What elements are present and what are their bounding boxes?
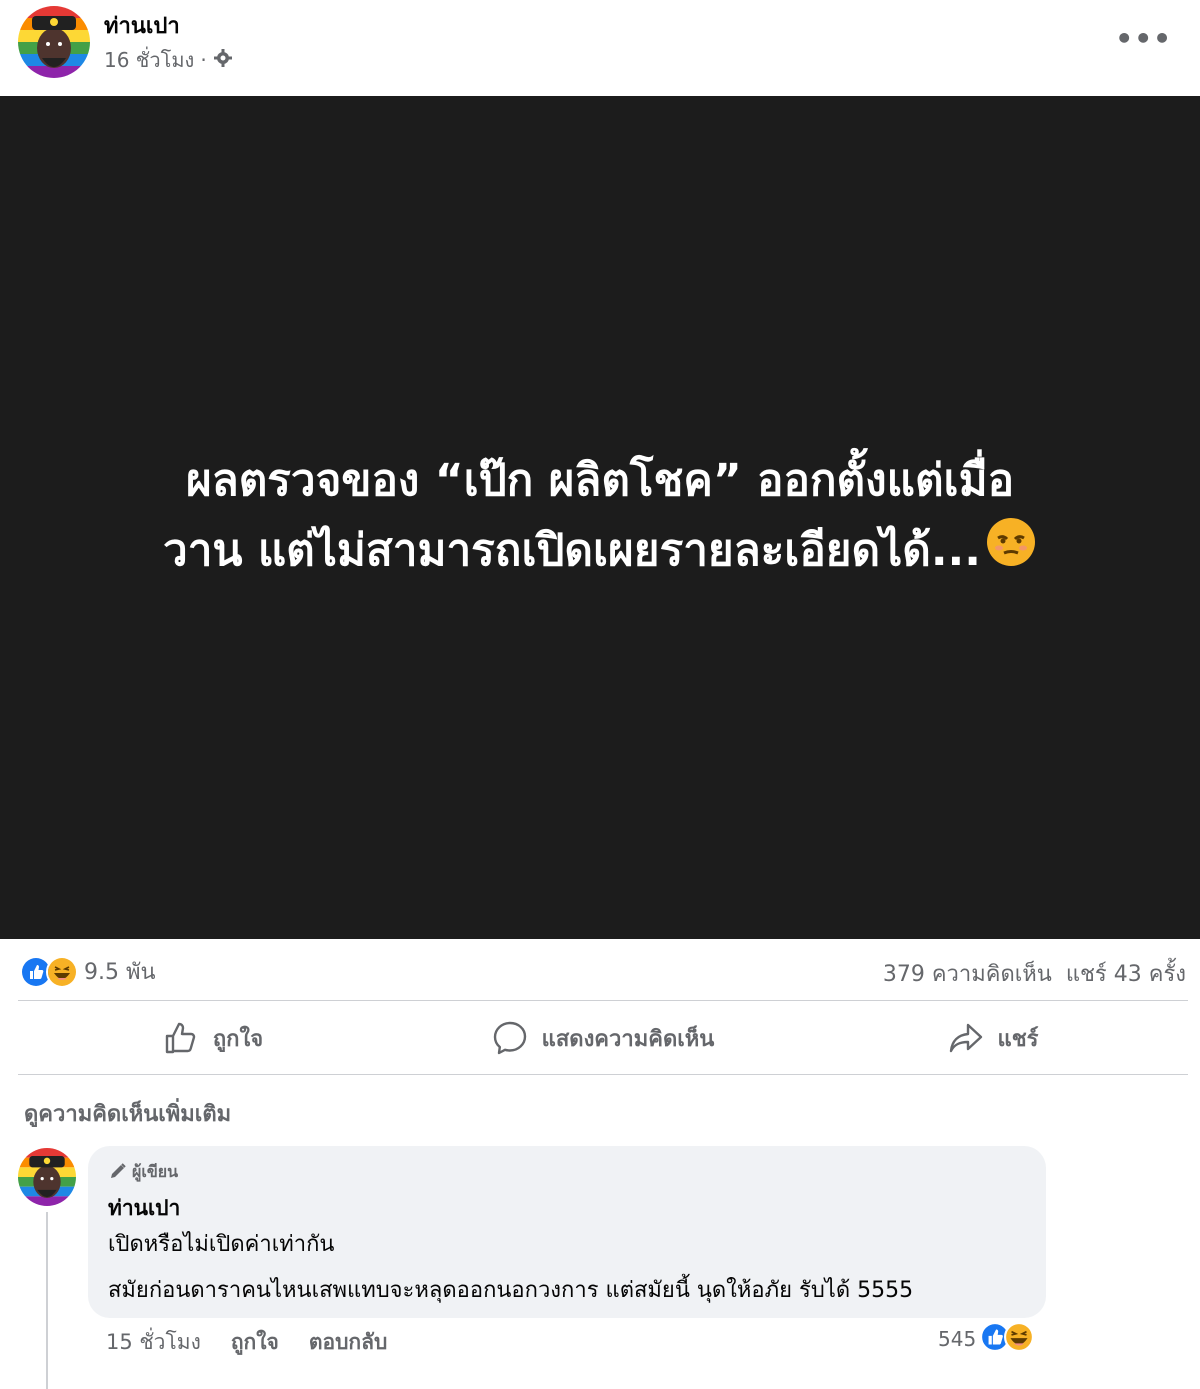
pencil-icon [108,1161,128,1185]
engagement-counts: 379 ความคิดเห็น แชร์ 43 ครั้ง [883,956,1186,991]
gear-icon [213,48,233,73]
like-label: ถูกใจ [212,1026,264,1052]
comment-text-line-2: สมัยก่อนดาราคนไหนเสพแทบจะหลุดออกนอกวงการ… [108,1278,914,1303]
post-text: ผลตรวจของ “เป๊ก ผลิตโชค” ออกตั้งแต่เมื่อ… [50,446,1150,590]
reply-thread-line [46,1212,48,1389]
comment-author[interactable]: ท่านเปา [108,1192,180,1225]
divider [18,1000,1188,1001]
comment-reaction-count: 545 [938,1327,977,1351]
comment-bubble-icon [492,1020,528,1056]
comment-reply-button[interactable]: ตอบกลับ [309,1326,388,1359]
unamused-face-emoji [985,516,1037,589]
comment-like-button[interactable]: ถูกใจ [231,1326,279,1359]
share-arrow-icon [948,1020,984,1056]
haha-icon [1004,1322,1035,1356]
author-badge-label: ผู้เขียน [132,1162,179,1181]
comment-text-line-1: เปิดหรือไม่เปิดค่าเท่ากัน [108,1232,335,1257]
comment-actions: 15 ชั่วโมง ถูกใจ ตอบกลับ [106,1326,387,1359]
comment-time[interactable]: 15 ชั่วโมง [106,1326,201,1359]
author-name[interactable]: ท่านเปา [104,8,180,43]
post-stats: 9.5 พัน 379 ความคิดเห็น แชร์ 43 ครั้ง [0,944,1200,1000]
comment-bubble: ผู้เขียน ท่านเปา เปิดหรือไม่เปิดค่าเท่าก… [88,1146,1046,1318]
like-button[interactable]: ถูกใจ [18,1002,408,1074]
post-time[interactable]: 16 ชั่วโมง [104,44,194,76]
share-label: แชร์ [997,1026,1039,1052]
haha-icon [46,955,78,988]
post-meta: 16 ชั่วโมง · [104,44,233,76]
comment-button[interactable]: แสดงความคิดเห็น [408,1002,798,1074]
more-options-button[interactable]: ••• [1115,22,1172,55]
post-text-line-1: ผลตรวจของ “เป๊ก ผลิตโชค” ออกตั้งแต่เมื่อ [185,454,1015,506]
thumbs-up-icon [163,1020,199,1056]
author-avatar[interactable] [18,6,90,78]
comment-reactions[interactable]: 545 [938,1322,1035,1356]
comment-label: แสดงความคิดเห็น [541,1026,715,1052]
post-text-line-2-wrap: วาน แต่ไม่สามารถเปิดเผยรายละเอียดได้... [50,516,1150,590]
comment-count[interactable]: 379 ความคิดเห็น [883,956,1052,991]
view-more-comments-link[interactable]: ดูความคิดเห็นเพิ่มเติม [24,1096,231,1131]
meta-separator: · [200,48,207,72]
post-text-line-2: วาน แต่ไม่สามารถเปิดเผยรายละเอียดได้... [163,524,981,576]
facebook-post: ท่านเปา 16 ชั่วโมง · ••• ผลตรวจของ “เป๊ก… [0,0,1200,1389]
share-count[interactable]: แชร์ 43 ครั้ง [1066,956,1186,991]
post-header: ท่านเปา 16 ชั่วโมง · ••• [0,0,1200,96]
reaction-summary[interactable]: 9.5 พัน [20,954,156,989]
commenter-avatar[interactable] [18,1148,76,1206]
reaction-count: 9.5 พัน [84,960,156,985]
post-actions: ถูกใจ แสดงความคิดเห็น แชร์ [18,1002,1188,1074]
share-button[interactable]: แชร์ [798,1002,1188,1074]
author-badge: ผู้เขียน [108,1160,178,1185]
post-text-media[interactable]: ผลตรวจของ “เป๊ก ผลิตโชค” ออกตั้งแต่เมื่อ… [0,96,1200,939]
divider [18,1074,1188,1075]
